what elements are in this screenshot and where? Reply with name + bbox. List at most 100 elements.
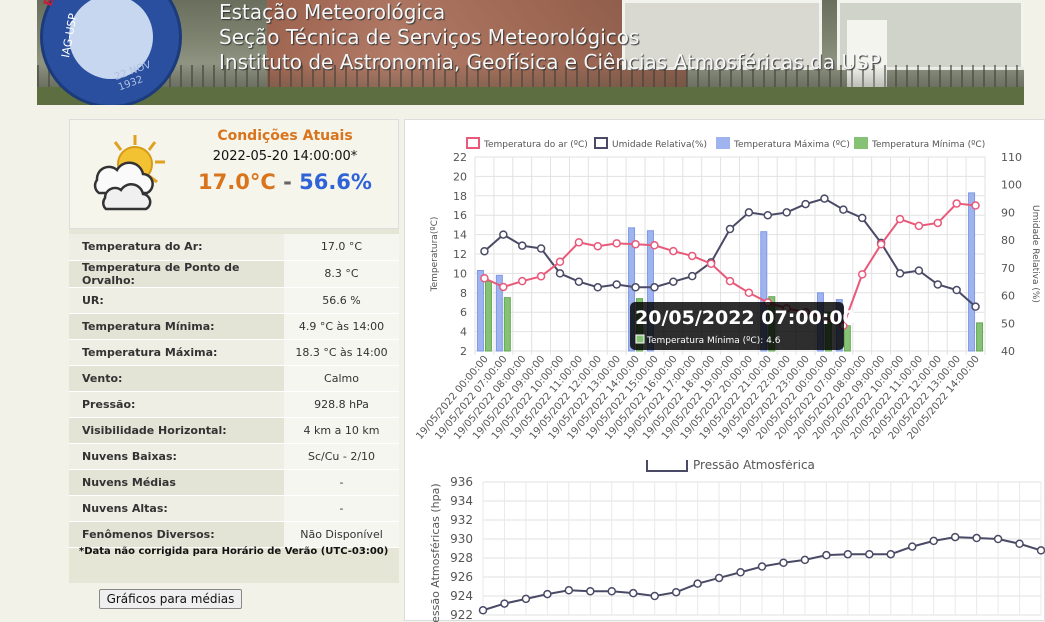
pressure-point <box>543 589 552 599</box>
temperature-point <box>612 239 621 248</box>
pressure-point <box>671 587 681 597</box>
y-tick-label: 932 <box>450 513 473 527</box>
row-value: Sc/Cu - 2/10 <box>284 443 399 470</box>
pressure-point <box>736 568 745 577</box>
humidity-point <box>631 283 640 292</box>
humidity-point <box>536 244 546 253</box>
y2-tick-label: 80 <box>1001 234 1015 247</box>
humidity-point <box>782 208 791 217</box>
humidity-point <box>857 213 867 223</box>
legend-label: Temperatura do ar (ºC) <box>483 140 588 150</box>
row-label: Nuvens Baixas: <box>69 443 284 470</box>
humidity-point <box>744 208 754 217</box>
legend-swatch <box>646 460 688 472</box>
max-temp-bar <box>476 269 484 352</box>
row-value: 8.3 °C <box>284 260 399 288</box>
pressure-point <box>972 533 981 543</box>
table-row: Temperatura Mínima: 4.9 °C às 14:00 <box>69 313 399 340</box>
pressure-point <box>628 588 638 598</box>
temperature-point <box>536 272 546 281</box>
legend-swatch <box>594 137 608 149</box>
station-name: Estação Meteorológica <box>219 0 446 24</box>
row-label: Nuvens Altas: <box>69 495 284 522</box>
pressure-point <box>907 542 917 551</box>
pressure-point <box>779 558 788 567</box>
current-conditions-panel: Condições Atuais 2022-05-20 14:00:00* 17… <box>69 119 399 583</box>
humidity-point <box>839 205 848 214</box>
y2-tick-label: 50 <box>1001 317 1015 330</box>
charts-panel: Temperatura do ar (ºC) Umidade Relativa(%… <box>404 119 1045 622</box>
y-tick-label: 4 <box>460 326 467 339</box>
averages-charts-button[interactable]: Gráficos para médias <box>99 589 242 609</box>
humidity-point <box>725 224 735 234</box>
pressure-point <box>607 587 617 596</box>
legend-label: Umidade Relativa(%) <box>612 140 707 150</box>
pressure-point <box>693 579 702 588</box>
row-label: Nuvens Médias <box>69 469 284 496</box>
y2-tick-label: 90 <box>1001 206 1015 219</box>
pressure-point <box>993 534 1003 544</box>
temperature-humidity-chart: Temperatura do ar (ºC) Umidade Relativa(%… <box>414 137 1040 442</box>
temperature-point <box>631 240 640 249</box>
humidity-point <box>517 241 527 250</box>
y-tick-label: 14 <box>453 229 467 242</box>
table-row: Vento: Calmo <box>69 365 399 392</box>
y-tick-label: 10 <box>453 267 467 280</box>
temperature-point <box>914 221 924 231</box>
humidity-point <box>499 230 508 239</box>
y-tick-label: 922 <box>450 608 473 622</box>
pressure-point <box>757 562 767 571</box>
partly-cloudy-icon <box>93 135 165 211</box>
y-tick-label: 16 <box>453 209 467 222</box>
min-temp-bar <box>484 280 492 352</box>
table-row: Visibilidade Horizontal: 4 km a 10 km <box>69 417 399 444</box>
y-tick-label: 6 <box>460 306 467 319</box>
pressure-point <box>564 586 574 595</box>
pressure-point <box>822 550 831 560</box>
pressure-point <box>950 532 960 542</box>
y-tick-label: 934 <box>450 494 473 508</box>
table-row: Temperatura Máxima: 18.3 °C às 14:00 <box>69 339 399 366</box>
y2-axis-label: Umidade Relativa (%) <box>1030 205 1040 303</box>
table-row: Nuvens Altas: - <box>69 495 399 522</box>
header-banner: EST IAG-USP 22 NOV 1932 Estação Meteorol… <box>37 0 1024 105</box>
legend-label: Temperatura Máxima (ºC) <box>733 140 850 150</box>
conditions-values: 17.0°C - 56.6% <box>180 170 390 194</box>
row-value: - <box>284 469 399 496</box>
temperature-point <box>687 251 697 261</box>
max-temp-bar <box>968 192 976 352</box>
humidity-point <box>650 283 659 292</box>
table-row: Nuvens Médias - <box>69 469 399 496</box>
tooltip-title: 20/05/2022 07:00:00 <box>635 307 856 329</box>
humidity-point <box>914 266 924 275</box>
temperature-point <box>593 241 603 251</box>
humidity-point <box>669 277 678 286</box>
row-label: Temperatura Máxima: <box>69 339 284 366</box>
row-label: Temperatura de Ponto de Orvalho: <box>69 260 284 288</box>
institute-name: Instituto de Astronomia, Geofísica e Ciê… <box>219 50 881 74</box>
pressure-point <box>650 591 659 601</box>
temperature-point <box>971 201 980 210</box>
temperature-point <box>480 274 489 283</box>
y2-tick-label: 100 <box>1001 179 1022 192</box>
y2-tick-label: 110 <box>1001 151 1022 164</box>
row-label: Visibilidade Horizontal: <box>69 417 284 444</box>
row-value: Calmo <box>284 365 399 392</box>
current-conditions: Condições Atuais 2022-05-20 14:00:00* 17… <box>69 119 399 229</box>
legend-swatch <box>716 137 730 149</box>
banner-grass <box>37 87 1024 105</box>
temperature-point <box>706 259 716 268</box>
table-row: Pressão: 928.8 hPa <box>69 391 399 418</box>
row-value: 928.8 hPa <box>284 391 399 418</box>
row-value: - <box>284 495 399 522</box>
humidity-point <box>480 246 489 256</box>
legend-label: Temperatura Mínima (ºC) <box>871 140 985 150</box>
table-row: Temperatura de Ponto de Orvalho: 8.3 °C <box>69 260 399 288</box>
section-name: Seção Técnica de Serviços Meteorológicos <box>219 25 640 49</box>
pressure-point <box>843 549 853 559</box>
humidity-point <box>687 271 697 281</box>
row-value: 4 km a 10 km <box>284 417 399 444</box>
pressure-chart: Pressão Atmosférica 922 924 926 928 930 932 934… <box>429 460 1045 622</box>
row-value: 56.6 % <box>284 287 399 314</box>
pressure-point <box>865 549 874 559</box>
